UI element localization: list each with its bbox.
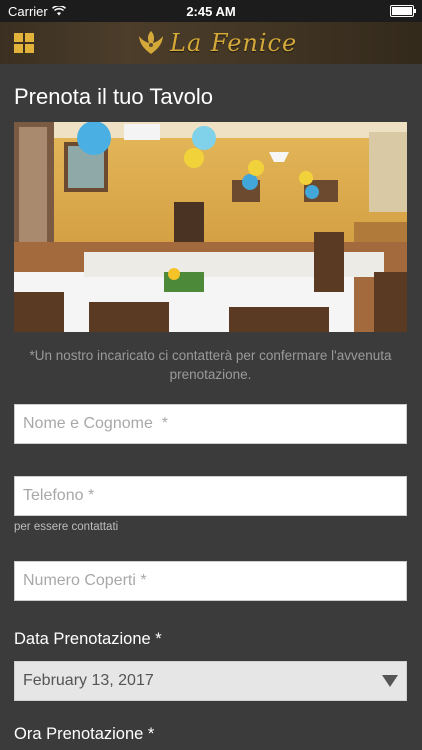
battery-icon xyxy=(390,5,416,17)
brand-name: La Fenice xyxy=(170,29,298,57)
covers-field[interactable] xyxy=(14,561,407,601)
grid-menu-icon[interactable] xyxy=(14,33,34,53)
wifi-icon xyxy=(51,6,66,16)
page-title: Prenota il tuo Tavolo xyxy=(14,84,213,109)
phoenix-icon xyxy=(139,31,163,54)
date-select[interactable]: February 13, 2017 xyxy=(14,661,407,701)
status-bar: Carrier 2:45 AM xyxy=(0,0,422,22)
nav-bar: La Fenice xyxy=(0,22,422,64)
confirmation-note: *Un nostro incaricato ci contatterà per … xyxy=(29,348,392,382)
date-label: Data Prenotazione * xyxy=(14,630,162,648)
time-label: Ora Prenotazione * xyxy=(14,725,155,743)
carrier-label: Carrier xyxy=(8,3,48,19)
chevron-down-icon xyxy=(382,675,398,687)
name-field[interactable] xyxy=(14,404,407,444)
phone-field[interactable] xyxy=(14,476,407,516)
status-left: Carrier xyxy=(8,4,66,19)
restaurant-photo xyxy=(14,122,407,332)
phone-hint: per essere contattati xyxy=(14,521,119,533)
date-value: February 13, 2017 xyxy=(23,672,154,689)
brand-logo: La Fenice xyxy=(136,28,297,58)
